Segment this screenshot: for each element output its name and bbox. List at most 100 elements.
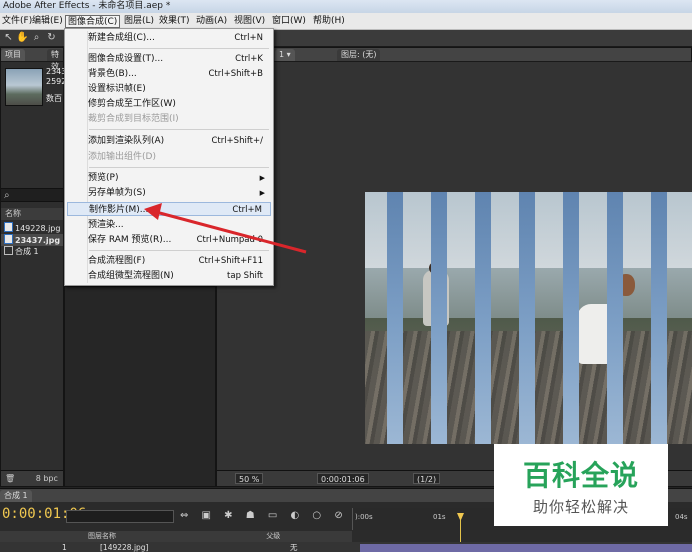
menu-composition[interactable]: 图像合成(C) [65, 15, 121, 28]
venetian-strip [431, 192, 447, 444]
menu-item-trim-comp[interactable]: 修剪合成至工作区(W) [67, 97, 271, 111]
file-name: 149228.jpg [15, 224, 61, 233]
menu-item-preview[interactable]: 预览(P) ▶ [67, 171, 271, 185]
menu-item-set-poster-time[interactable]: 设置标识帧(E) [67, 82, 271, 96]
project-thumbnail [5, 68, 43, 106]
venetian-strip [475, 192, 491, 444]
menu-item-label: 预览(P) [88, 173, 119, 183]
project-search-input[interactable]: ⌕ [1, 188, 63, 202]
menu-item-make-movie[interactable]: 制作影片(M)... Ctrl+M [67, 202, 271, 216]
menu-help[interactable]: 帮助(H) [311, 15, 347, 28]
file-item[interactable]: 23437.jpg [1, 234, 63, 246]
layer-duration-bar[interactable] [360, 544, 692, 552]
submenu-arrow-icon: ▶ [259, 174, 265, 182]
viewer-canvas[interactable] [217, 62, 692, 472]
timeline-search-input[interactable] [66, 510, 174, 523]
layer-parent[interactable]: 无 [290, 542, 298, 552]
menu-separator [89, 48, 269, 49]
menu-item-background-color[interactable]: 背景色(B)... Ctrl+Shift+B [67, 67, 271, 81]
layer-name: [149228.jpg] [100, 543, 149, 552]
menu-item-label: 预渲染... [88, 220, 124, 230]
tab-project[interactable]: 项目 [1, 49, 25, 61]
file-item[interactable]: 149228.jpg [1, 222, 63, 234]
timeline-layer-row[interactable]: 1 [149228.jpg] 无 [0, 542, 692, 552]
venetian-strip [651, 192, 667, 444]
project-tabrow: 项目 特效 [1, 48, 63, 71]
menu-item-shortcut: Ctrl+Shift+F11 [198, 256, 263, 266]
col-parent[interactable]: 父级 [266, 532, 280, 540]
composition-viewer: 1 ▾ 图层: (无) 50 % 0:00:01:06 (1/2) [216, 47, 692, 487]
menu-item-label: 裁剪合成到目标范围(I) [88, 114, 179, 124]
resolution-select[interactable]: (1/2) [413, 473, 441, 484]
menu-view[interactable]: 视图(V) [232, 15, 267, 28]
menu-item-shortcut: Ctrl+Shift+B [208, 69, 263, 79]
menu-item-shortcut: tap Shift [227, 271, 263, 281]
composition-icon [4, 246, 13, 255]
column-name-header[interactable]: 名称 [1, 208, 63, 220]
menu-item-shortcut: Ctrl+K [235, 54, 263, 64]
file-item[interactable]: 合成 1 [1, 246, 63, 258]
tab-effects[interactable]: 特效 [47, 49, 63, 71]
menu-item-comp-flowchart[interactable]: 合成流程图(F) Ctrl+Shift+F11 [67, 254, 271, 268]
menu-item-label: 保存 RAM 预览(R)... [88, 235, 172, 245]
timeline-switches[interactable]: ⇔ ▣ ✱ ☗ ▭ ◐ ○ ⊘ [180, 510, 348, 521]
ruler-end-label: 04s [675, 513, 688, 521]
menu-item-label: 图像合成设置(T)... [88, 54, 164, 64]
menu-item-add-output-module: 添加输出组件(D) [67, 150, 271, 164]
trash-icon[interactable]: 🗑 [5, 474, 15, 483]
menu-animation[interactable]: 动画(A) [194, 15, 229, 28]
submenu-arrow-icon: ▶ [259, 189, 265, 197]
window-title: Adobe After Effects - 未命名项目.aep * [0, 0, 692, 13]
image-file-icon [4, 234, 13, 244]
zoom-select[interactable]: 50 % [235, 473, 264, 484]
composition-menu: 新建合成组(C)... Ctrl+N 图像合成设置(T)... Ctrl+K 背… [64, 28, 274, 286]
selection-tool-icon[interactable]: ↖ [3, 32, 14, 44]
menu-window[interactable]: 窗口(W) [270, 15, 308, 28]
col-layer-name[interactable]: 图层名称 [88, 532, 116, 540]
tab-timeline-comp[interactable]: 合成 1 [0, 490, 32, 502]
menu-item-save-frame-as[interactable]: 另存单帧为(S) ▶ [67, 186, 271, 200]
timeline-column-header: 图层名称 父级 [0, 531, 352, 542]
viewer-timecode[interactable]: 0:00:01:06 [317, 473, 369, 484]
ruler-start-label: ):00s [355, 513, 373, 521]
menu-item-label: 添加到渲染队列(A) [88, 136, 165, 146]
menu-item-label: 合成流程图(F) [88, 256, 146, 266]
menu-item-shortcut: Ctrl+M [232, 205, 262, 215]
menu-effect[interactable]: 效果(T) [157, 15, 192, 28]
venetian-strip [563, 192, 579, 444]
menu-item-label: 制作影片(M)... [89, 205, 149, 215]
project-panel: 项目 特效 2343 2592 数百 ⌕ 名称 149228.jpg 23437… [0, 47, 66, 487]
hand-tool-icon[interactable]: ✋ [16, 32, 28, 44]
menu-item-comp-mini-flowchart[interactable]: 合成组微型流程图(N) tap Shift [67, 269, 271, 283]
menu-item-label: 合成组微型流程图(N) [88, 271, 174, 281]
zoom-tool-icon[interactable]: ⌕ [31, 32, 42, 44]
tab-composition[interactable]: 1 ▾ [275, 49, 295, 61]
menu-separator [89, 250, 269, 251]
bpc-label[interactable]: 8 bpc [36, 474, 58, 483]
menu-item-pre-render[interactable]: 预渲染... [67, 218, 271, 232]
menu-layer[interactable]: 图层(L) [122, 15, 156, 28]
image-file-icon [4, 222, 13, 232]
search-icon: ⌕ [4, 190, 10, 201]
file-name: 23437.jpg [15, 236, 61, 245]
menu-item-new-composition[interactable]: 新建合成组(C)... Ctrl+N [67, 31, 271, 45]
menu-item-add-render-queue[interactable]: 添加到渲染队列(A) Ctrl+Shift+/ [67, 134, 271, 148]
ruler-mark-label: 01s [433, 513, 446, 521]
menu-item-save-ram-preview[interactable]: 保存 RAM 预览(R)... Ctrl+Numpad 0 [67, 233, 271, 247]
rotate-tool-icon[interactable]: ↻ [46, 32, 57, 44]
tab-layer[interactable]: 图层: (无) [337, 49, 381, 61]
menu-item-label: 设置标识帧(E) [88, 84, 146, 94]
menu-item-label: 背景色(B)... [88, 69, 137, 79]
watermark-title: 百科全说 [522, 459, 639, 492]
venetian-strip [607, 192, 623, 444]
menu-edit[interactable]: 编辑(E) [30, 15, 65, 28]
menu-item-composition-settings[interactable]: 图像合成设置(T)... Ctrl+K [67, 52, 271, 66]
thumb-info-count: 数百 [46, 94, 62, 103]
menu-item-label: 新建合成组(C)... [88, 33, 155, 43]
watermark-logo: 百科全说 助你轻松解决 [494, 444, 668, 526]
watermark-subtitle: 助你轻松解决 [532, 498, 629, 516]
composition-frame[interactable] [365, 192, 692, 444]
menu-item-shortcut: Ctrl+N [234, 33, 263, 43]
menu-item-shortcut: Ctrl+Shift+/ [211, 136, 263, 146]
venetian-strip [387, 192, 403, 444]
